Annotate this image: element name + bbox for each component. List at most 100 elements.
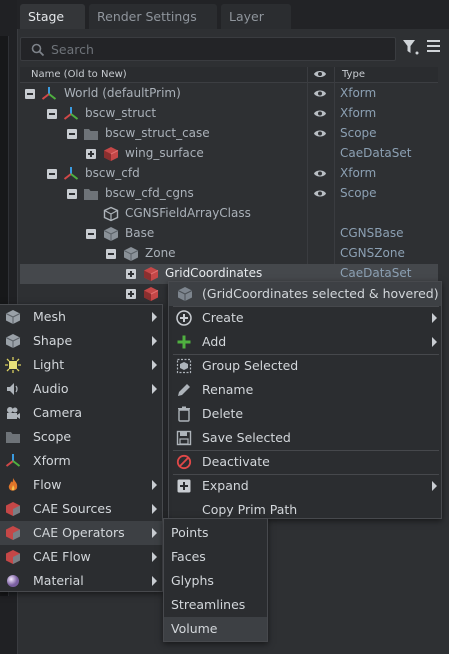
collapse-icon[interactable] — [47, 109, 57, 119]
search-icon — [31, 43, 45, 57]
context-menu-header[interactable]: (GridCoordinates selected & hovered) — [169, 282, 441, 306]
column-name[interactable]: Name (Old to New) — [31, 69, 127, 80]
menu-item-label: Create — [202, 310, 244, 325]
tree-row-name: bscw_cfd — [85, 166, 140, 180]
material-icon — [7, 575, 19, 587]
collapse-icon[interactable] — [67, 129, 77, 139]
folder-icon — [84, 189, 98, 200]
menu-separator — [173, 306, 439, 307]
column-type[interactable]: Type — [342, 69, 365, 80]
tree-row-name: Base — [125, 226, 155, 240]
camera-icon — [7, 407, 20, 419]
collapse-icon[interactable] — [25, 89, 35, 99]
cae-operator-item-points[interactable]: Points — [164, 521, 267, 545]
cae-operator-item-volume[interactable]: Volume — [164, 617, 267, 641]
create-menu-item-flow[interactable]: Flow — [0, 473, 162, 497]
tree-row[interactable]: World (defaultPrim) Xform — [20, 84, 438, 104]
menu-item-label: Delete — [202, 406, 244, 421]
tab-stage[interactable]: Stage — [20, 4, 85, 29]
menu-separator — [173, 354, 439, 355]
create-menu-item-material[interactable]: Material — [0, 569, 162, 593]
tree-row[interactable]: bscw_struct Xform — [20, 104, 438, 124]
expand-icon[interactable] — [86, 149, 96, 159]
visibility-column-icon — [314, 71, 326, 77]
cae-operator-item-streamlines[interactable]: Streamlines — [164, 593, 267, 617]
tree-row-type: CaeDataSet — [340, 146, 412, 160]
folder-icon — [84, 129, 98, 140]
menu-item-label: Scope — [33, 429, 72, 444]
light-icon — [5, 357, 21, 373]
context-menu-item-save-selected[interactable]: Save Selected — [169, 426, 441, 450]
tree-row-name: Zone — [145, 246, 176, 260]
collapse-icon[interactable] — [67, 189, 77, 199]
menu-item-label: Volume — [171, 621, 218, 636]
tree-row[interactable]: bscw_cfd Xform — [20, 164, 438, 184]
visibility-eye-icon[interactable] — [313, 128, 327, 139]
tab-bar: Stage Render Settings Layer — [17, 0, 449, 30]
tree-row[interactable]: Zone CGNSZone — [20, 244, 438, 264]
context-menu-header-label: (GridCoordinates selected & hovered) — [202, 286, 439, 301]
tree-row[interactable]: Base CGNSBase — [20, 224, 438, 244]
create-menu-item-audio[interactable]: Audio — [0, 377, 162, 401]
tab-layer[interactable]: Layer — [221, 4, 291, 29]
submenu-arrow-icon — [152, 360, 157, 370]
create-menu-item-scope[interactable]: Scope — [0, 425, 162, 449]
tree-row-type: Xform — [340, 86, 377, 100]
cae-operator-item-faces[interactable]: Faces — [164, 545, 267, 569]
context-menu-item-add[interactable]: Add — [169, 330, 441, 354]
create-menu-item-shape[interactable]: Shape — [0, 329, 162, 353]
tree-row[interactable]: bscw_struct_case Scope — [20, 124, 438, 144]
cube-icon — [103, 227, 119, 241]
tree-row-type: Xform — [340, 106, 377, 120]
visibility-eye-icon[interactable] — [313, 88, 327, 99]
tree-row-type: Xform — [340, 166, 377, 180]
context-menu-item-delete[interactable]: Delete — [169, 402, 441, 426]
visibility-eye-icon[interactable] — [313, 188, 327, 199]
context-menu-item-group-selected[interactable]: Group Selected — [169, 354, 441, 378]
cae-operator-item-glyphs[interactable]: Glyphs — [164, 569, 267, 593]
xform-icon — [63, 167, 79, 180]
menu-item-label: Glyphs — [171, 573, 214, 588]
tree-row[interactable] — [20, 284, 170, 304]
submenu-arrow-icon — [152, 528, 157, 538]
tree-row-name: bscw_cfd_cgns — [105, 186, 194, 200]
create-menu-item-cae-operators[interactable]: CAE Operators — [0, 521, 162, 545]
create-menu-item-cae-flow[interactable]: CAE Flow — [0, 545, 162, 569]
filter-icon[interactable] — [402, 38, 420, 58]
tree-row[interactable]: wing_surface CaeDataSet — [20, 144, 438, 164]
search-input[interactable]: Search — [20, 37, 396, 61]
create-menu-item-light[interactable]: Light — [0, 353, 162, 377]
create-submenu: Mesh Shape Light Audio Camera Scope Xform Flow C… — [0, 304, 163, 592]
create-menu-item-cae-sources[interactable]: CAE Sources — [0, 497, 162, 521]
tree-row[interactable]: CGNSFieldArrayClass — [20, 204, 438, 224]
context-menu-item-rename[interactable]: Rename — [169, 378, 441, 402]
collapse-icon[interactable] — [106, 249, 116, 259]
menu-item-label: Camera — [33, 405, 83, 420]
pencil-icon — [178, 384, 190, 396]
menu-item-label: Points — [171, 525, 209, 540]
context-menu-item-create[interactable]: Create — [169, 306, 441, 330]
create-menu-item-camera[interactable]: Camera — [0, 401, 162, 425]
expand-icon[interactable] — [126, 289, 136, 299]
context-menu-item-expand[interactable]: Expand — [169, 474, 441, 498]
submenu-arrow-icon — [152, 552, 157, 562]
visibility-eye-icon[interactable] — [313, 168, 327, 179]
tab-render-settings[interactable]: Render Settings — [89, 4, 217, 29]
context-menu-item-deactivate[interactable]: Deactivate — [169, 450, 441, 474]
menu-item-label: Material — [33, 573, 84, 588]
cae-dataset-icon — [144, 267, 159, 281]
menu-item-label: Group Selected — [202, 358, 299, 373]
options-menu-icon[interactable] — [427, 40, 440, 52]
create-menu-item-mesh[interactable]: Mesh — [0, 305, 162, 329]
tree-row-name: bscw_struct — [85, 106, 157, 120]
create-menu-item-xform[interactable]: Xform — [0, 449, 162, 473]
collapse-icon[interactable] — [47, 169, 57, 179]
xform-icon — [63, 107, 79, 120]
visibility-eye-icon[interactable] — [313, 108, 327, 119]
expand-icon[interactable] — [126, 269, 136, 279]
tree-row-name: CGNSFieldArrayClass — [125, 206, 251, 220]
menu-item-label: Faces — [171, 549, 206, 564]
submenu-arrow-icon — [432, 337, 437, 347]
tree-row[interactable]: bscw_cfd_cgns Scope — [20, 184, 438, 204]
collapse-icon[interactable] — [86, 229, 96, 239]
